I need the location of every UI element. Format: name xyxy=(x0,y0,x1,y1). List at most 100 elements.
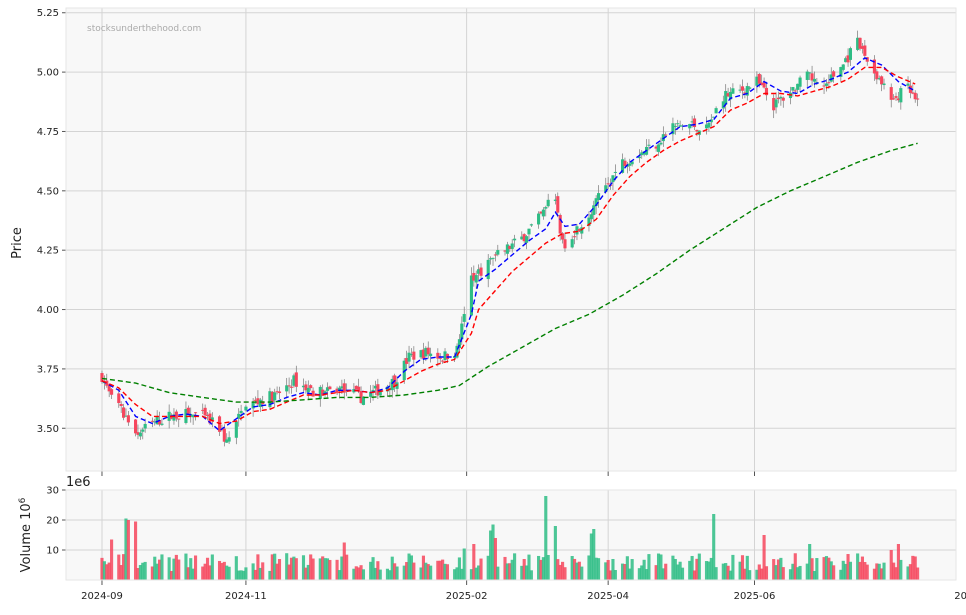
candle-body xyxy=(138,432,142,437)
candle-body xyxy=(436,352,440,359)
volume-bar xyxy=(227,566,231,580)
volume-bar xyxy=(210,554,214,580)
volume-bar xyxy=(193,555,198,580)
price-tick-label: 3.50 xyxy=(37,424,59,435)
volume-bar xyxy=(328,559,332,580)
candle-body xyxy=(186,407,190,414)
volume-bar xyxy=(714,567,718,580)
candle-body xyxy=(889,87,893,100)
volume-bar xyxy=(647,554,651,580)
candle-body xyxy=(306,387,310,393)
volume-bar xyxy=(664,563,668,580)
candle-body xyxy=(892,98,896,100)
candle-body xyxy=(309,385,313,389)
volume-bar xyxy=(311,558,315,580)
volume-bar xyxy=(261,562,265,580)
candle-body xyxy=(412,351,416,360)
candle-body xyxy=(289,386,294,388)
volume-bar xyxy=(361,569,366,580)
candle-body xyxy=(808,72,812,74)
volume-bar xyxy=(513,553,517,580)
volume-bar xyxy=(630,559,634,580)
candle-body xyxy=(525,236,529,243)
volume-offset-label: 1e6 xyxy=(66,475,91,490)
candle-body xyxy=(177,418,181,420)
candle-body xyxy=(441,360,445,362)
candle-body xyxy=(913,92,917,100)
volume-bar xyxy=(294,558,298,580)
candle-body xyxy=(714,108,718,114)
candle-body xyxy=(541,209,545,217)
volume-panel: 2024-09 2024-11 2025-02 2025-04 2025-06 2025-… xyxy=(46,486,966,603)
volume-bar xyxy=(563,567,567,580)
volume-bar xyxy=(445,564,449,580)
price-tick-label: 5.00 xyxy=(37,68,59,79)
volume-tick-label: 10 xyxy=(46,546,59,557)
candle-body xyxy=(916,98,920,100)
candle-body xyxy=(774,99,778,108)
candle-body xyxy=(311,390,315,397)
candle-body xyxy=(134,419,138,434)
candle-body xyxy=(882,83,886,86)
x-tick-label: 2025-02 xyxy=(446,591,488,602)
candle-body xyxy=(429,353,433,357)
volume-bar xyxy=(781,567,785,580)
candle-body xyxy=(597,193,601,201)
volume-bar xyxy=(277,559,282,580)
candle-body xyxy=(793,90,797,92)
candle-body xyxy=(239,410,243,414)
candle-body xyxy=(510,243,514,249)
candle-body xyxy=(791,87,795,91)
candle-body xyxy=(894,96,898,98)
candle-body xyxy=(673,125,677,127)
chart-figure: 3.50 3.75 4.00 4.25 4.50 4.75 5.00 5.25 2024-09… xyxy=(0,0,966,611)
price-panel: 3.50 3.75 4.00 4.25 4.50 4.75 5.00 5.25 xyxy=(37,7,957,476)
candle-body xyxy=(227,437,231,442)
candle-body xyxy=(527,228,531,235)
candle-body xyxy=(537,213,541,225)
candle-body xyxy=(781,97,785,101)
candle-body xyxy=(841,64,845,70)
candle-body xyxy=(611,175,615,183)
candle-body xyxy=(748,87,752,89)
volume-bar xyxy=(815,558,819,580)
candle-body xyxy=(119,403,123,407)
candle-body xyxy=(529,224,533,226)
volume-bar xyxy=(597,558,601,580)
volume-bar xyxy=(546,554,550,580)
candle-body xyxy=(848,48,853,60)
volume-bar xyxy=(865,564,869,580)
volume-bar xyxy=(697,553,701,580)
candle-body xyxy=(899,88,903,103)
chart-svg: 3.50 3.75 4.00 4.25 4.50 4.75 5.00 5.25 2024-09… xyxy=(10,7,966,603)
volume-bar xyxy=(731,554,735,580)
volume-bar xyxy=(496,566,500,580)
volume-bar xyxy=(832,565,836,580)
volume-bar xyxy=(143,561,147,580)
candle-body xyxy=(486,259,490,280)
candle-body xyxy=(496,250,500,255)
candle-body xyxy=(160,423,164,425)
candle-body xyxy=(707,122,711,128)
candle-body xyxy=(692,118,697,128)
candle-body xyxy=(664,134,668,136)
x-tick-label: 2025-04 xyxy=(587,591,629,602)
candle-body xyxy=(110,389,114,395)
candle-body xyxy=(606,183,610,185)
volume-bar xyxy=(378,569,382,580)
volume-bar xyxy=(899,559,903,580)
x-tick-label: 2024-11 xyxy=(225,591,267,602)
candle-body xyxy=(798,77,802,87)
candle-body xyxy=(613,171,617,173)
volume-bar xyxy=(395,566,399,580)
volume-bar xyxy=(177,559,181,580)
candle-body xyxy=(623,160,627,166)
candle-body xyxy=(479,267,483,276)
candle-body xyxy=(117,393,121,404)
candle-body xyxy=(277,391,282,394)
x-tick-label: 2024-09 xyxy=(81,591,123,602)
candle-body xyxy=(426,347,430,355)
candle-body xyxy=(126,415,130,423)
x-tick-label: 2025-06 xyxy=(734,591,776,602)
candle-body xyxy=(141,429,145,432)
